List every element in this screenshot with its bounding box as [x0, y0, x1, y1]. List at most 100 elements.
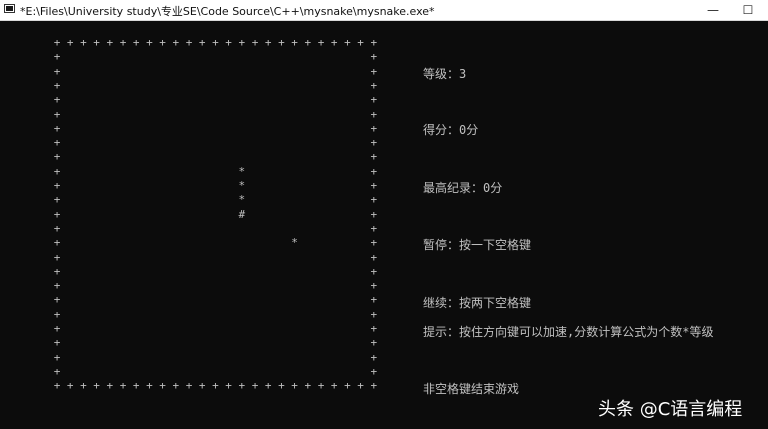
high-score-text: 最高纪录：0分 [423, 181, 503, 195]
resume-hint: 继续：按两下空格键 [423, 296, 532, 310]
wall-cell: + [53, 78, 61, 92]
wall-cell: + [185, 36, 193, 49]
wall-cell: + [370, 78, 378, 92]
wall-cell: + [264, 379, 272, 393]
wall-cell: + [370, 236, 378, 250]
wall-cell: + [66, 36, 74, 49]
wall-cell: + [53, 221, 61, 235]
wall-cell: + [159, 36, 166, 49]
wall-cell: + [53, 36, 61, 49]
wall-cell: + [53, 136, 61, 150]
wall-cell: + [278, 379, 285, 393]
wall-cell: + [53, 121, 61, 135]
wall-cell: + [53, 336, 61, 350]
wall-cell: + [317, 36, 325, 49]
wall-cell: + [93, 36, 100, 49]
pause-hint: 暂停：按一下空格键 [423, 238, 532, 252]
wall-cell: + [53, 322, 61, 335]
wall-cell: + [53, 107, 61, 121]
wall-cell: + [53, 307, 61, 321]
wall-cell: + [53, 64, 61, 78]
wall-cell: + [330, 379, 338, 393]
wall-cell: + [370, 64, 378, 78]
wall-cell: + [53, 364, 61, 378]
wall-cell: + [370, 136, 378, 150]
wall-cell: + [370, 307, 378, 321]
wall-cell: + [344, 36, 351, 49]
wall-cell: + [291, 379, 298, 393]
score-text: 得分：0分 [423, 123, 479, 137]
console-app-icon [4, 4, 15, 13]
wall-cell: + [93, 379, 100, 393]
wall-cell: + [106, 36, 114, 49]
wall-cell: + [238, 379, 246, 393]
wall-cell: + [238, 36, 246, 49]
wall-cell: + [370, 350, 378, 364]
wall-cell: + [172, 379, 180, 393]
wall-cell: + [278, 36, 285, 49]
wall-cell: + [370, 379, 378, 393]
wall-cell: + [370, 193, 378, 207]
wall-cell: + [370, 336, 378, 350]
maximize-button[interactable]: ☐ [731, 0, 765, 20]
wall-cell: + [251, 379, 259, 393]
console-window: + + + + + + + + + + + + + + + + + + + + + + + + + + + + + + + + + + + + + + + +… [0, 21, 768, 429]
wall-cell: + [264, 36, 272, 49]
wall-cell: + [185, 379, 193, 393]
wall-cell: + [304, 36, 312, 49]
wall-cell: + [251, 36, 259, 49]
wall-cell: + [370, 36, 378, 49]
wall-cell: + [370, 364, 378, 378]
wall-cell: + [53, 164, 61, 178]
tip-text: 提示：按住方向键可以加速,分数计算公式为个数*等级 [423, 325, 714, 339]
wall-cell: + [212, 379, 219, 393]
wall-cell: + [53, 350, 61, 364]
wall-cell: + [198, 379, 206, 393]
wall-cell: + [132, 379, 140, 393]
wall-cell: + [132, 36, 140, 49]
wall-cell: + [172, 36, 180, 49]
level-text: 等级：3 [423, 67, 467, 81]
wall-cell: + [53, 279, 61, 293]
wall-cell: + [291, 36, 298, 49]
wall-cell: + [53, 207, 61, 221]
wall-cell: + [304, 379, 312, 393]
wall-cell: + [53, 193, 61, 207]
minimize-button[interactable]: — [696, 0, 730, 20]
wall-cell: + [370, 164, 378, 178]
wall-cell: + [344, 379, 351, 393]
wall-cell: + [370, 279, 378, 293]
wall-cell: + [370, 264, 378, 278]
wall-cell: + [53, 236, 61, 250]
wall-cell: + [370, 93, 378, 107]
wall-cell: + [370, 121, 378, 135]
window-title: *E:\Files\University study\专业SE\Code Sou… [20, 5, 435, 18]
wall-cell: + [370, 250, 378, 264]
wall-cell: + [225, 36, 232, 49]
wall-cell: + [146, 36, 153, 49]
wall-cell: + [370, 50, 378, 64]
wall-cell: + [330, 36, 338, 49]
wall-cell: + [119, 379, 127, 393]
wall-cell: + [80, 36, 87, 49]
wall-cell: + [370, 150, 378, 164]
wall-cell: + [357, 36, 364, 49]
wall-cell: + [80, 379, 87, 393]
wall-cell: + [106, 379, 114, 393]
snake-body-segment: * [238, 193, 246, 207]
wall-cell: + [317, 379, 325, 393]
wall-cell: + [370, 293, 378, 307]
wall-cell: + [159, 379, 166, 393]
wall-cell: + [53, 50, 61, 64]
wall-cell: + [119, 36, 127, 49]
watermark: 头条 @C语言编程 [598, 399, 743, 420]
wall-cell: + [146, 379, 153, 393]
wall-cell: + [370, 221, 378, 235]
title-bar[interactable]: *E:\Files\University study\专业SE\Code Sou… [0, 0, 768, 21]
wall-cell: + [53, 379, 61, 393]
wall-cell: + [212, 36, 219, 49]
wall-cell: + [53, 93, 61, 107]
wall-cell: + [53, 150, 61, 164]
wall-cell: + [198, 36, 206, 49]
wall-cell: + [357, 379, 364, 393]
